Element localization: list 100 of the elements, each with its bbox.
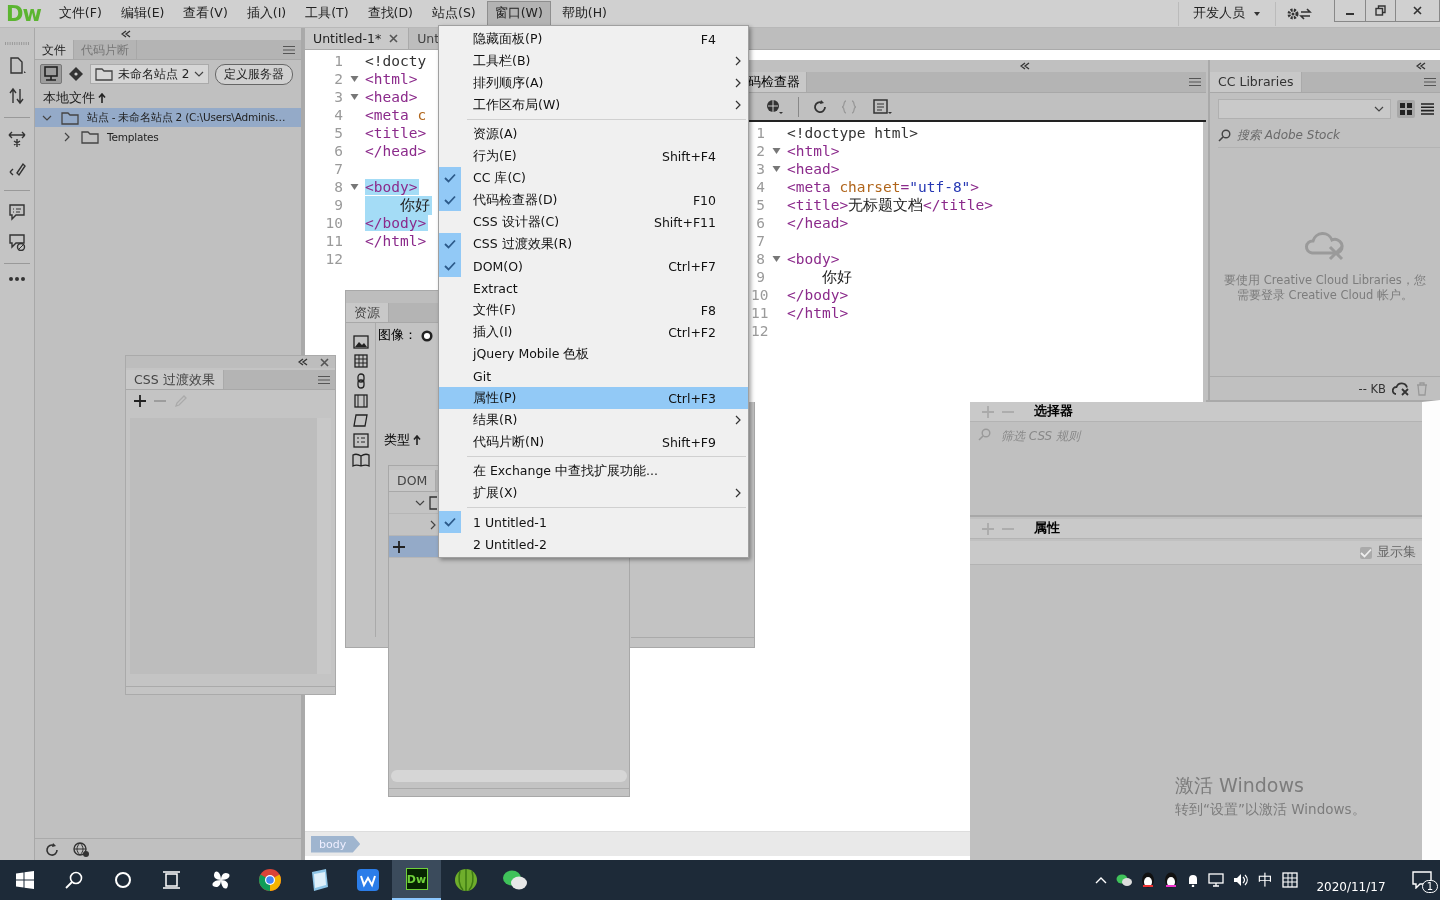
column-header[interactable]: 类型 <box>384 432 410 449</box>
refresh-icon[interactable] <box>45 842 59 857</box>
bell-icon[interactable] <box>1187 873 1199 887</box>
transfer-arrows-icon[interactable] <box>8 87 26 105</box>
chevron-down-icon[interactable] <box>194 70 205 78</box>
tree-row[interactable]: Templates <box>35 127 301 146</box>
menu-item[interactable]: 文件(F) <box>50 1 110 26</box>
chevron-right-icon[interactable] <box>429 519 437 530</box>
dreamweaver-app-icon[interactable]: Dw <box>405 868 428 890</box>
menu-item[interactable]: 在 Exchange 中查找扩展功能... <box>439 460 748 482</box>
script-icon[interactable] <box>352 413 369 428</box>
menu-item[interactable]: 插入(I) Ctrl+F2 <box>439 321 748 343</box>
globe-settings-icon[interactable] <box>73 841 91 858</box>
comment-icon[interactable] <box>8 203 26 221</box>
fold-triangle-icon[interactable] <box>771 147 781 155</box>
chat-bubbles-icon[interactable] <box>1116 873 1132 887</box>
menu-item[interactable]: 工具(T) <box>297 1 357 26</box>
globe-icon[interactable] <box>766 98 784 115</box>
menu-item[interactable]: 扩展(X) <box>439 482 748 504</box>
site-select[interactable]: 未命名站点 2 <box>90 64 210 84</box>
menu-item[interactable]: 排列顺序(A) <box>439 72 748 94</box>
form-icon[interactable] <box>352 433 369 448</box>
fold-triangle-icon[interactable] <box>349 183 359 191</box>
menu-item[interactable]: 隐藏面板(P) F4 <box>439 28 748 50</box>
chevron-up-icon[interactable] <box>1095 876 1107 884</box>
tree-row[interactable]: 站点 - 未命名站点 2 (C:\Users\Adminis… <box>35 108 301 127</box>
menu-item[interactable]: CSS 设计器(C) Shift+F11 <box>439 211 748 233</box>
list-view-icon[interactable] <box>1421 103 1434 115</box>
fold-triangle-icon[interactable] <box>349 93 359 101</box>
menu-item[interactable]: 查找(D) <box>359 1 421 26</box>
wps-icon[interactable] <box>355 868 380 892</box>
task-view-icon[interactable] <box>161 871 182 889</box>
menu-icon[interactable] <box>282 44 296 55</box>
search-icon[interactable] <box>64 871 83 889</box>
sync-settings-icon[interactable] <box>1286 5 1312 22</box>
close-icon[interactable] <box>320 357 329 367</box>
expand-arrows-icon[interactable] <box>8 130 26 148</box>
menu-item[interactable]: 代码检查器(D) F10 <box>439 189 748 211</box>
tag-edit-icon[interactable] <box>8 160 26 178</box>
keyboard-grid-icon[interactable] <box>1282 872 1298 888</box>
menu-item[interactable]: 帮助(H) <box>553 1 615 26</box>
book-icon[interactable] <box>351 453 370 467</box>
film-icon[interactable] <box>353 394 368 408</box>
panel-tab[interactable]: 文件 <box>35 40 74 59</box>
chevron-down-icon[interactable] <box>1374 105 1384 113</box>
menu-item[interactable]: 工具栏(B) <box>439 50 748 72</box>
menu-item[interactable]: DOM(O) Ctrl+F7 <box>439 255 748 277</box>
penguin-icon[interactable] <box>1164 872 1178 888</box>
close-icon[interactable] <box>389 34 399 43</box>
column-header[interactable]: 本地文件 <box>43 89 95 107</box>
menu-item[interactable]: 站点(S) <box>424 1 484 26</box>
penguin-icon[interactable] <box>1141 872 1155 888</box>
menu-icon[interactable] <box>317 374 331 385</box>
workspace-switcher[interactable]: 开发人员 <box>1178 1 1276 26</box>
collapse-icon[interactable] <box>1416 62 1426 70</box>
format-icon[interactable] <box>873 98 893 115</box>
menu-item[interactable]: 行为(E) Shift+F4 <box>439 145 748 167</box>
collapse-icon[interactable] <box>1020 62 1030 70</box>
menu-item[interactable]: CC 库(C) <box>439 167 748 189</box>
menu-item[interactable]: 代码片断(N) Shift+F9 <box>439 431 748 453</box>
menu-item[interactable]: 2 Untitled-2 <box>439 533 748 555</box>
git-icon[interactable] <box>68 66 84 82</box>
menu-item[interactable]: 查看(V) <box>175 1 236 26</box>
image-icon[interactable] <box>352 335 369 349</box>
document-tab[interactable]: Unt <box>409 28 442 49</box>
menu-item[interactable]: 文件(F) F8 <box>439 299 748 321</box>
menu-item[interactable]: 窗口(W) <box>486 1 551 26</box>
menu-item[interactable]: Extract <box>439 277 748 299</box>
menu-item[interactable]: 结果(R) <box>439 409 748 431</box>
volume-icon[interactable] <box>1233 873 1249 887</box>
panel-tab[interactable]: CSS 过渡效果 <box>126 370 224 389</box>
menu-item[interactable]: Git <box>439 365 748 387</box>
radio-icon[interactable] <box>421 329 433 342</box>
ball-app-icon[interactable] <box>453 868 478 892</box>
close-icon[interactable] <box>1413 6 1422 15</box>
caret-icon[interactable] <box>1253 10 1261 17</box>
chrome-icon[interactable] <box>257 868 282 892</box>
new-file-icon[interactable] <box>8 57 26 75</box>
menu-item[interactable]: jQuery Mobile 色板 <box>439 343 748 365</box>
notification-icon[interactable] <box>1412 871 1432 889</box>
collapse-icon[interactable] <box>298 358 308 366</box>
cortana-icon[interactable] <box>113 871 132 889</box>
define-server-button[interactable]: 定义服务器 <box>215 63 294 85</box>
menu-item[interactable]: 1 Untitled-1 <box>439 511 748 533</box>
menu-icon[interactable] <box>1188 77 1202 87</box>
fold-triangle-icon[interactable] <box>771 255 781 263</box>
table-icon[interactable] <box>353 354 368 368</box>
more-icon[interactable] <box>8 276 26 282</box>
menu-item[interactable]: 编辑(E) <box>112 1 173 26</box>
network-icon[interactable] <box>1208 873 1224 887</box>
menu-item[interactable]: 属性(P) Ctrl+F3 <box>439 387 748 409</box>
add-icon[interactable] <box>393 540 405 553</box>
window-menu[interactable] <box>438 25 749 558</box>
comment-remove-icon[interactable] <box>8 233 26 251</box>
restore-icon[interactable] <box>1375 5 1386 16</box>
menu-item[interactable]: CSS 过渡效果(R) <box>439 233 748 255</box>
menu-item[interactable]: 工作区布局(W) <box>439 94 748 116</box>
add-icon[interactable] <box>134 395 146 407</box>
input-method-indicator[interactable]: 中 <box>1258 870 1273 890</box>
fold-triangle-icon[interactable] <box>349 75 359 83</box>
